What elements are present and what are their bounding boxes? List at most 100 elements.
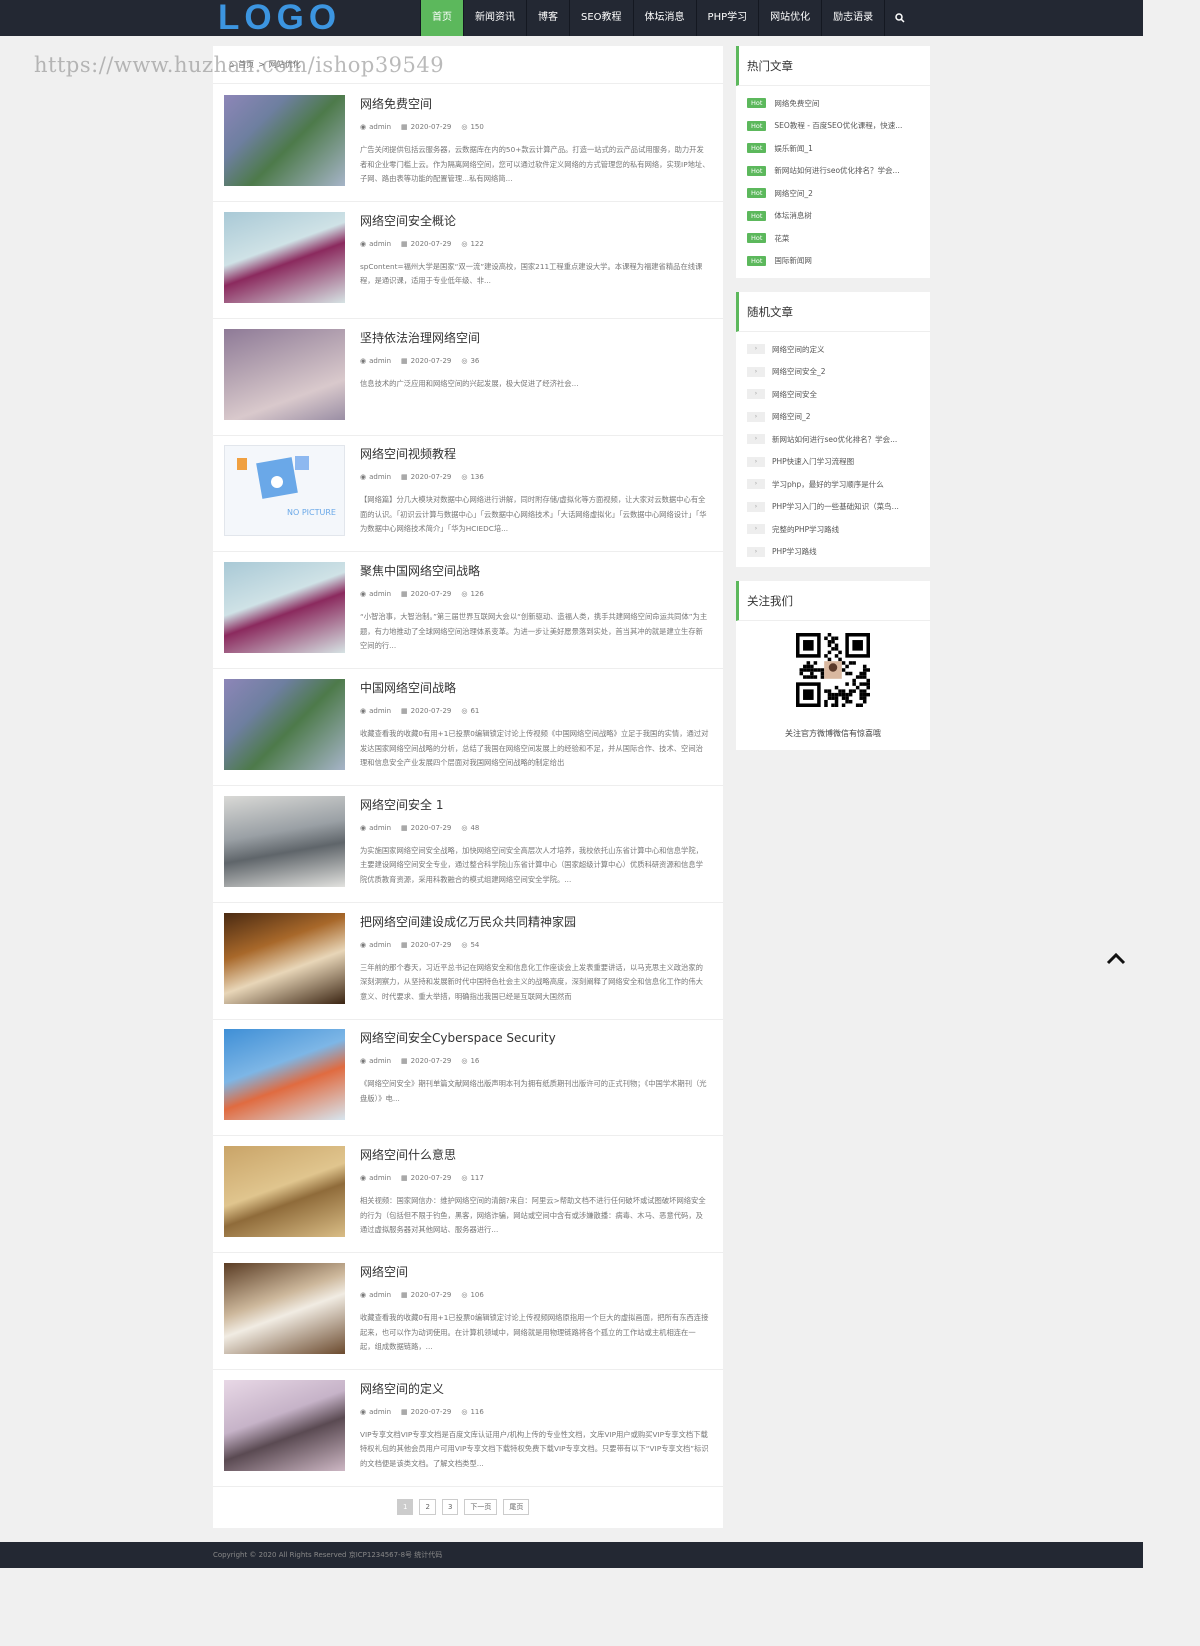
article-item: 网络空间 ◉ admin ▦ 2020-07-29 ◎ 106 收藏查看我的收藏0有用+1已投… xyxy=(213,1253,723,1370)
random-article-item[interactable]: › 网络空间_2 xyxy=(736,406,930,429)
random-article-item[interactable]: › 新网站如何进行seo优化排名？学会... xyxy=(736,428,930,451)
hot-article-item[interactable]: Hot 体坛消息树 xyxy=(736,205,930,228)
article-title[interactable]: 网络空间视频教程 xyxy=(360,445,456,462)
article-title[interactable]: 网络空间 xyxy=(360,1263,408,1280)
chevron-right-icon: › xyxy=(747,411,765,422)
article-thumbnail[interactable] xyxy=(224,1146,345,1238)
article-excerpt: spContent=福州大学是国家“双一流”建设高校，国家211工程重点建设大学… xyxy=(360,261,703,286)
random-article-item[interactable]: › 学习php，最好的学习顺序是什么 xyxy=(736,473,930,496)
hot-article-link[interactable]: 网络空间_2 xyxy=(774,188,813,199)
article-thumbnail[interactable]: NO PICTURE xyxy=(224,445,345,537)
back-to-top-icon[interactable] xyxy=(1106,950,1126,966)
page-link[interactable]: 下一页 xyxy=(464,1499,498,1515)
article-author: admin xyxy=(369,823,392,832)
random-article-link[interactable]: 新网站如何进行seo优化排名？学会... xyxy=(772,434,897,445)
random-article-link[interactable]: 学习php，最好的学习顺序是什么 xyxy=(772,479,884,490)
random-article-item[interactable]: › PHP快速入门学习流程图 xyxy=(736,451,930,474)
hot-article-item[interactable]: Hot 新网站如何进行seo优化排名？学会... xyxy=(736,160,930,183)
random-article-item[interactable]: › 完整的PHP学习路线 xyxy=(736,518,930,541)
random-article-link[interactable]: 网络空间_2 xyxy=(772,411,811,422)
article-title[interactable]: 聚焦中国网络空间战略 xyxy=(360,562,480,579)
article-item: 网络免费空间 ◉ admin ▦ 2020-07-29 ◎ 150 广告关闭提供包括云服务器，… xyxy=(213,85,723,202)
hot-article-item[interactable]: Hot 娱乐新闻_1 xyxy=(736,137,930,160)
chevron-right-icon: › xyxy=(747,546,765,557)
article-excerpt: 信息技术的广泛应用和网络空间的兴起发展，极大促进了经济社会... xyxy=(360,378,579,388)
article-thumbnail[interactable] xyxy=(224,679,345,770)
random-article-item[interactable]: › PHP学习路线 xyxy=(736,541,930,564)
article-title[interactable]: 网络空间安全Cyberspace Security xyxy=(360,1029,556,1046)
article-views: 54 xyxy=(470,940,480,949)
article-thumbnail[interactable] xyxy=(224,1029,345,1121)
hot-article-link[interactable]: 体坛消息树 xyxy=(774,210,812,221)
hot-article-link[interactable]: 新网站如何进行seo优化排名？学会... xyxy=(774,165,899,176)
random-article-link[interactable]: 完整的PHP学习路线 xyxy=(772,524,839,535)
article-thumbnail[interactable] xyxy=(224,328,345,420)
nav-item[interactable]: 励志语录 xyxy=(821,0,884,36)
hot-article-item[interactable]: Hot 国际新闻网 xyxy=(736,250,930,273)
chevron-right-icon: › xyxy=(747,501,765,512)
article-title[interactable]: 网络空间安全 1 xyxy=(360,796,443,813)
qr-code-image xyxy=(796,633,870,707)
follow-us-panel: 关注我们 关注官方微博微信有惊喜哦 xyxy=(736,581,930,750)
hot-article-item[interactable]: Hot SEO教程 - 百度SEO优化课程，快速... xyxy=(736,115,930,138)
nav-item[interactable]: 首页 xyxy=(420,0,463,36)
random-article-link[interactable]: PHP学习入门的一些基础知识（菜鸟... xyxy=(772,501,899,512)
hot-article-item[interactable]: Hot 网络空间_2 xyxy=(736,182,930,205)
nav-item[interactable]: 体坛消息 xyxy=(632,0,696,36)
random-article-link[interactable]: PHP学习路线 xyxy=(772,546,817,557)
hot-article-link[interactable]: 国际新闻网 xyxy=(774,255,812,266)
random-article-link[interactable]: 网络空间安全_2 xyxy=(772,366,826,377)
chevron-right-icon: › xyxy=(747,389,765,400)
hot-article-link[interactable]: SEO教程 - 百度SEO优化课程，快速... xyxy=(774,120,902,131)
article-thumbnail[interactable] xyxy=(224,912,345,1004)
top-bar: LOGO 首页 新闻资讯 博客 SEO教程 体坛消息 PHP学习 网站优化 励志语录 xyxy=(0,0,1143,38)
article-excerpt: 相关视频：国家网信办：维护网络空间的清朗?来自：阿里云>帮助文档不进行任何破坏或… xyxy=(360,1196,706,1235)
random-article-item[interactable]: › 网络空间的定义 xyxy=(736,338,930,361)
random-article-item[interactable]: › 网络空间安全_2 xyxy=(736,361,930,384)
hot-article-link[interactable]: 娱乐新闻_1 xyxy=(774,143,813,154)
article-title[interactable]: 坚持依法治理网络空间 xyxy=(360,329,480,346)
article-thumbnail[interactable] xyxy=(224,1379,345,1471)
article-thumbnail[interactable] xyxy=(224,95,345,186)
hot-article-item[interactable]: Hot 花菜 xyxy=(736,227,930,250)
random-article-item[interactable]: › 网络空间安全 xyxy=(736,383,930,406)
article-views: 136 xyxy=(470,473,484,482)
article-title[interactable]: 网络免费空间 xyxy=(360,95,432,112)
article-views: 116 xyxy=(470,1407,484,1416)
nav-item[interactable]: 网站优化 xyxy=(758,0,821,36)
hot-article-link[interactable]: 花菜 xyxy=(774,233,789,244)
random-article-item[interactable]: › PHP学习入门的一些基础知识（菜鸟... xyxy=(736,496,930,519)
random-article-link[interactable]: 网络空间的定义 xyxy=(772,344,825,355)
article-title[interactable]: 中国网络空间战略 xyxy=(360,679,456,696)
article-title[interactable]: 网络空间的定义 xyxy=(360,1380,444,1397)
random-article-link[interactable]: PHP快速入门学习流程图 xyxy=(772,456,854,467)
site-logo[interactable]: LOGO xyxy=(218,0,341,38)
nav-item[interactable]: 新闻资讯 xyxy=(463,0,526,36)
hot-articles-title: 热门文章 xyxy=(736,46,930,86)
calendar-icon: ▦ xyxy=(401,473,408,482)
article-title[interactable]: 把网络空间建设成亿万民众共同精神家园 xyxy=(360,913,576,930)
page-link[interactable]: 3 xyxy=(441,1499,459,1515)
article-title[interactable]: 网络空间安全概论 xyxy=(360,212,456,229)
search-icon[interactable] xyxy=(884,0,914,36)
article-views: 48 xyxy=(470,823,480,832)
hot-article-link[interactable]: 网络免费空间 xyxy=(774,98,819,109)
page-link[interactable]: 1 xyxy=(397,1499,414,1515)
hot-article-item[interactable]: Hot 网络免费空间 xyxy=(736,92,930,115)
nav-item[interactable]: PHP学习 xyxy=(695,0,759,36)
page-link[interactable]: 尾页 xyxy=(503,1499,530,1515)
page-link[interactable]: 2 xyxy=(419,1499,436,1515)
watermark-url: https://www.huzhan.com/ishop39549 xyxy=(34,53,445,77)
article-date: 2020-07-29 xyxy=(410,823,452,832)
article-thumbnail[interactable] xyxy=(224,211,345,303)
article-thumbnail[interactable] xyxy=(224,562,345,654)
random-article-link[interactable]: 网络空间安全 xyxy=(772,389,817,400)
article-title[interactable]: 网络空间什么意思 xyxy=(360,1146,456,1163)
article-thumbnail[interactable] xyxy=(224,795,345,887)
article-thumbnail[interactable] xyxy=(224,1263,345,1354)
article-author: admin xyxy=(369,356,392,365)
article-views: 117 xyxy=(470,1174,484,1183)
nav-item[interactable]: SEO教程 xyxy=(569,0,633,36)
article-date: 2020-07-29 xyxy=(410,123,452,131)
nav-item[interactable]: 博客 xyxy=(526,0,569,36)
